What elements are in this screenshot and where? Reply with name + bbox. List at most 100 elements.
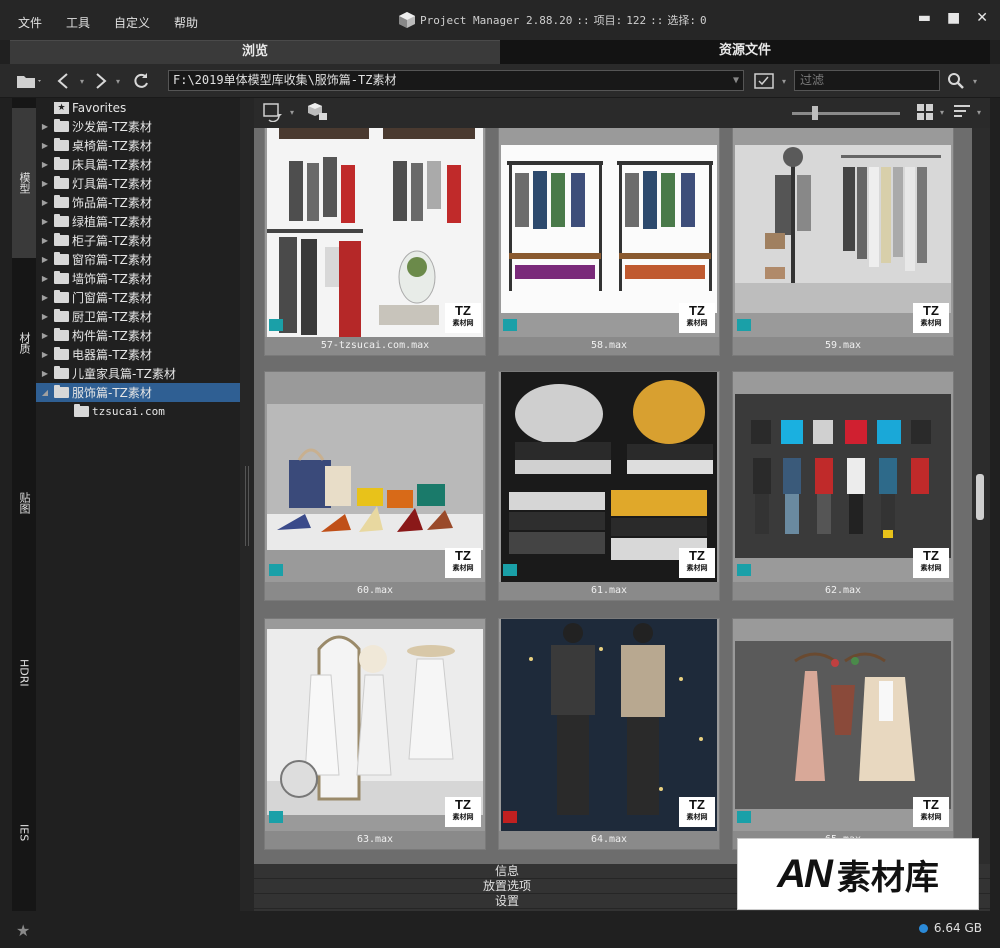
forward-dropdown-icon[interactable]: ▾ (112, 71, 124, 91)
asset-label: 62.max (733, 582, 953, 600)
collapsed-arrow-icon[interactable]: ▶ (36, 293, 54, 302)
collapsed-arrow-icon[interactable]: ▶ (36, 141, 54, 150)
grid-scrollbar[interactable] (972, 128, 990, 864)
asset-card[interactable]: TZ 素材网 58.max (498, 128, 720, 356)
menu-file[interactable]: 文件 (18, 14, 42, 31)
sync-icon[interactable] (262, 102, 286, 122)
collapsed-arrow-icon[interactable]: ▶ (36, 255, 54, 264)
tz-watermark-sub: 素材网 (452, 320, 474, 327)
tz-watermark-sub: 素材网 (452, 565, 474, 572)
favorites-folder-icon: ★ (54, 101, 69, 114)
forward-icon[interactable] (90, 71, 112, 91)
back-icon[interactable] (52, 71, 74, 91)
star-icon[interactable]: ★ (16, 921, 30, 940)
collapsed-arrow-icon[interactable]: ▶ (36, 198, 54, 207)
vtab-textures[interactable]: 贴图 (12, 428, 36, 578)
vtab-materials[interactable]: 材质 (12, 278, 36, 408)
tab-browse[interactable]: 浏览 (10, 40, 500, 64)
sort-icon[interactable] (952, 102, 974, 122)
panel-splitter[interactable] (240, 98, 254, 911)
filter-input[interactable]: 过滤 (794, 70, 940, 91)
collapsed-arrow-icon[interactable]: ▶ (36, 217, 54, 226)
thumbnail-size-slider[interactable] (792, 106, 900, 120)
tree-favorites[interactable]: ★ Favorites (36, 98, 240, 117)
minimize-icon[interactable]: ▬ (918, 10, 931, 26)
project-manager-window: 文件 工具 自定义 帮助 Project Manager 2.88.20 :: … (0, 0, 1000, 948)
model-cube-icon[interactable] (306, 102, 330, 122)
tree-item[interactable]: ◢ 服饰篇-TZ素材 (36, 383, 240, 402)
tree-item[interactable]: ▶ 床具篇-TZ素材 (36, 155, 240, 174)
collapsed-arrow-icon[interactable]: ▶ (36, 179, 54, 188)
asset-label: 58.max (499, 337, 719, 355)
vtab-hdri[interactable]: HDRI (12, 598, 36, 748)
close-icon[interactable]: ✕ (976, 10, 988, 26)
slider-knob[interactable] (812, 106, 818, 120)
menu-customize[interactable]: 自定义 (114, 14, 150, 31)
tree-item[interactable]: ▶ 构件篇-TZ素材 (36, 326, 240, 345)
tz-watermark-text: TZ (923, 548, 939, 563)
menu-help[interactable]: 帮助 (174, 14, 198, 31)
path-input[interactable]: F:\2019单体模型库收集\服饰篇-TZ素材 ▼ (168, 70, 744, 91)
grid-view-dropdown-icon[interactable]: ▾ (937, 102, 947, 122)
collapsed-arrow-icon[interactable]: ▶ (36, 369, 54, 378)
sort-dropdown-icon[interactable]: ▾ (974, 102, 984, 122)
tree-item[interactable]: ▶ 柜子篇-TZ素材 (36, 231, 240, 250)
search-dropdown-icon[interactable]: ▾ (970, 71, 980, 91)
tree-item[interactable]: ▶ 门窗篇-TZ素材 (36, 288, 240, 307)
tree-item[interactable]: ▶ 电器篇-TZ素材 (36, 345, 240, 364)
collapsed-arrow-icon[interactable]: ▶ (36, 122, 54, 131)
tree-item[interactable]: ▶ 绿植篇-TZ素材 (36, 212, 240, 231)
collapsed-arrow-icon[interactable]: ▶ (36, 236, 54, 245)
search-icon[interactable] (944, 71, 968, 91)
asset-card[interactable]: TZ 素材网 61.max (498, 371, 720, 601)
asset-card[interactable]: TZ 素材网 60.max (264, 371, 486, 601)
collapsed-arrow-icon[interactable]: ▶ (36, 274, 54, 283)
tree-item[interactable]: ▶ 墙饰篇-TZ素材 (36, 269, 240, 288)
tree-item[interactable]: ▶ 儿童家具篇-TZ素材 (36, 364, 240, 383)
tree-item[interactable]: ▶ 沙发篇-TZ素材 (36, 117, 240, 136)
view-filter-dropdown-icon[interactable]: ▾ (779, 71, 789, 91)
tree-item-child[interactable]: tzsucai.com (36, 402, 240, 421)
tz-watermark-text: TZ (923, 303, 939, 318)
scrollbar-thumb[interactable] (976, 474, 984, 520)
tree-item[interactable]: ▶ 厨卫篇-TZ素材 (36, 307, 240, 326)
tree-item[interactable]: ▶ 桌椅篇-TZ素材 (36, 136, 240, 155)
main-tabs: 浏览 资源文件 (10, 40, 990, 64)
folder-icon[interactable] (14, 71, 44, 91)
collapsed-arrow-icon[interactable]: ▶ (36, 160, 54, 169)
expanded-arrow-icon[interactable]: ◢ (36, 388, 54, 397)
vtab-models[interactable]: 模型 (12, 108, 36, 258)
collapsed-arrow-icon[interactable]: ▶ (36, 312, 54, 321)
collapsed-arrow-icon[interactable]: ▶ (36, 331, 54, 340)
vtab-ies[interactable]: IES (12, 768, 36, 898)
menu-tools[interactable]: 工具 (66, 14, 90, 31)
path-dropdown-icon[interactable]: ▼ (733, 71, 739, 90)
tree-item[interactable]: ▶ 饰品篇-TZ素材 (36, 193, 240, 212)
asset-card[interactable]: TZ素材网 65.max (732, 618, 954, 850)
sync-dropdown-icon[interactable]: ▾ (287, 102, 297, 122)
asset-card[interactable]: TZ 素材网 64.max (498, 618, 720, 850)
collapsed-arrow-icon[interactable]: ▶ (36, 350, 54, 359)
tz-watermark-sub: 素材网 (686, 814, 708, 821)
back-dropdown-icon[interactable]: ▾ (76, 71, 88, 91)
asset-label: 64.max (499, 831, 719, 849)
tree-item-label: 饰品篇-TZ素材 (72, 196, 152, 210)
view-filter-icon[interactable] (752, 71, 778, 91)
refresh-icon[interactable] (130, 71, 152, 91)
tree-item[interactable]: ▶ 灯具篇-TZ素材 (36, 174, 240, 193)
asset-card[interactable]: TZ 素材网 59.max (732, 128, 954, 356)
folder-icon (54, 214, 69, 227)
splitter-grip[interactable] (245, 466, 249, 546)
app-name: Project Manager 2.88.20 (420, 13, 573, 27)
asset-card[interactable]: TZ 素材网 57-tzsucai.com.max (264, 128, 486, 356)
asset-card[interactable]: TZ 素材网 63.max (264, 618, 486, 850)
tree-item[interactable]: ▶ 窗帘篇-TZ素材 (36, 250, 240, 269)
tab-resource-files[interactable]: 资源文件 (500, 40, 990, 64)
maximize-icon[interactable]: ■ (947, 10, 960, 26)
disk-status-dot-icon (918, 923, 928, 933)
grid-view-icon[interactable] (914, 102, 936, 122)
tz-watermark: TZ 素材网 (445, 548, 481, 578)
tz-watermark: TZ 素材网 (445, 797, 481, 827)
status-bar: ★ 6.64 GB (0, 911, 1000, 948)
asset-card[interactable]: TZ 素材网 62.max (732, 371, 954, 601)
